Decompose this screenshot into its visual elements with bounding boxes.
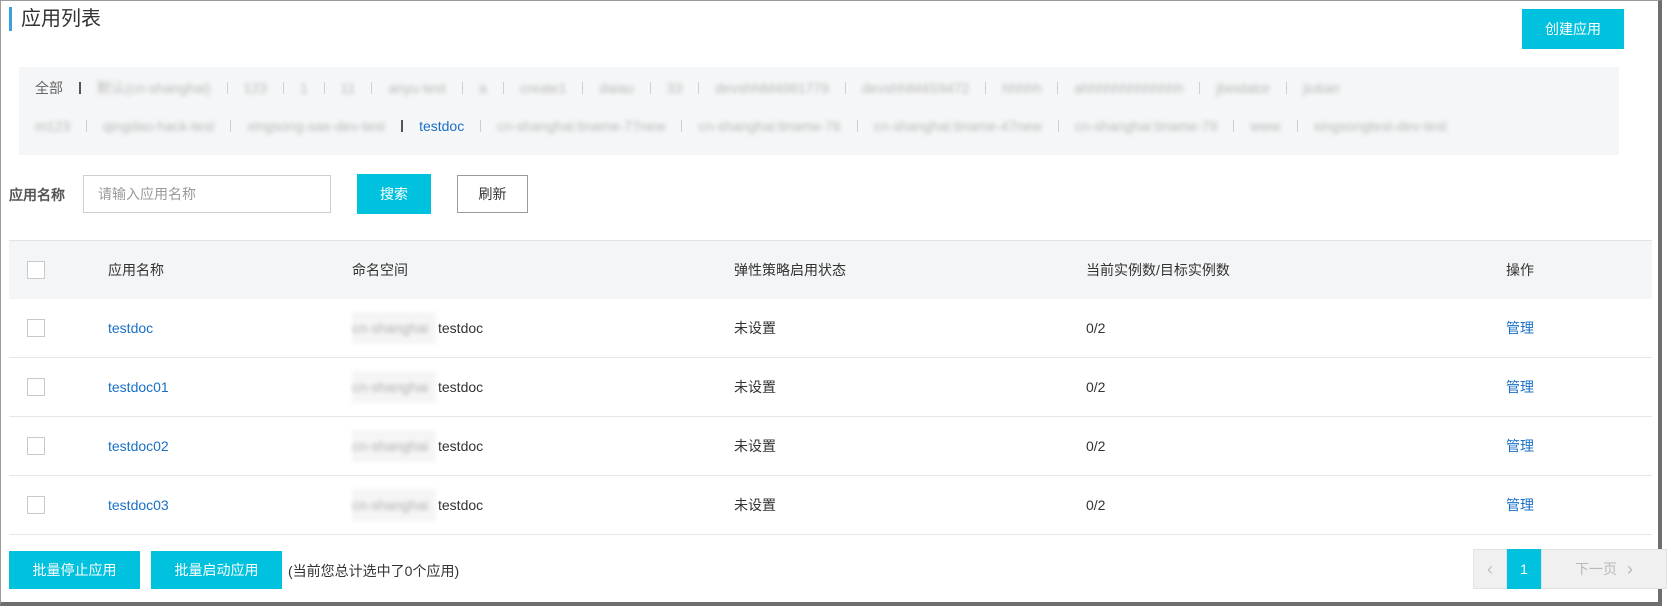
namespace-tab[interactable]: anyu-test: [372, 80, 462, 96]
manage-link[interactable]: 管理: [1506, 495, 1534, 515]
namespace-tab[interactable]: 33: [651, 80, 699, 96]
selected-count-text: (当前您总计选中了0个应用): [288, 563, 460, 579]
search-label: 应用名称: [9, 187, 65, 203]
namespace-row: m123 qingdao-hack-test xingsong-sae-dev-te…: [19, 109, 1463, 143]
policy-status: 未设置: [734, 438, 776, 454]
header-namespace: 命名空间: [352, 262, 408, 278]
policy-status: 未设置: [734, 497, 776, 513]
namespace-tab[interactable]: cn-shanghai:tiname-76: [682, 118, 856, 134]
namespace-tab[interactable]: devshNM4S9472: [846, 80, 985, 96]
row-checkbox[interactable]: [27, 437, 45, 455]
app-name-link[interactable]: testdoc03: [108, 497, 169, 513]
app-table: 应用名称 命名空间 弹性策略启用状态 当前实例数/目标实例数 操作 testdo…: [9, 240, 1652, 535]
namespace-tab[interactable]: devshNM4981779: [699, 80, 845, 96]
next-page-button[interactable]: 下一页 ›: [1541, 549, 1667, 589]
app-list-panel: 应用列表 创建应用 全部 默认(cn-shanghai) 123 1 11 anyu-te…: [0, 0, 1667, 606]
namespace-tab[interactable]: xingsongtest-dev-test: [1298, 118, 1463, 134]
chevron-left-icon: ‹: [1487, 558, 1493, 579]
batch-start-button[interactable]: 批量启动应用: [151, 551, 282, 589]
header-operations: 操作: [1506, 262, 1534, 278]
namespace-tab[interactable]: cn-shanghai:tiname-47new: [858, 118, 1058, 134]
namespace-tab[interactable]: jbeidator: [1200, 80, 1286, 96]
namespace-tab[interactable]: 123: [228, 80, 283, 96]
namespace-tab[interactable]: 默认(cn-shanghai): [81, 78, 227, 98]
row-checkbox[interactable]: [27, 496, 45, 514]
manage-link[interactable]: 管理: [1506, 377, 1534, 397]
header-instances: 当前实例数/目标实例数: [1086, 262, 1230, 278]
page-number-current[interactable]: 1: [1507, 549, 1541, 589]
table-header: 应用名称 命名空间 弹性策略启用状态 当前实例数/目标实例数 操作: [9, 240, 1652, 299]
namespace-tab[interactable]: jiutian: [1287, 80, 1356, 96]
header-policy: 弹性策略启用状态: [734, 262, 846, 278]
manage-link[interactable]: 管理: [1506, 436, 1534, 456]
namespace-tab[interactable]: ahhhhhhhhhhhhh: [1058, 80, 1199, 96]
create-app-button[interactable]: 创建应用: [1522, 9, 1624, 49]
instance-count: 0/2: [1086, 320, 1106, 336]
table-row: testdoc cn-shanghai testdoc 未设置 0/2 管理: [9, 299, 1652, 358]
header-app-name: 应用名称: [108, 262, 164, 278]
namespace-tab[interactable]: m123: [19, 118, 86, 134]
row-checkbox[interactable]: [27, 378, 45, 396]
namespace-name: testdoc: [438, 497, 484, 513]
namespace-tab[interactable]: cn-shanghai:tiname-79: [1059, 118, 1233, 134]
namespace-tab[interactable]: www: [1234, 118, 1296, 134]
table-row: testdoc03 cn-shanghai testdoc 未设置 0/2 管理: [9, 476, 1652, 535]
namespace-tab[interactable]: xingsong-sae-dev-test: [231, 118, 401, 134]
instance-count: 0/2: [1086, 379, 1106, 395]
manage-link[interactable]: 管理: [1506, 318, 1534, 338]
namespace-tab[interactable]: 11: [325, 80, 372, 96]
prev-page-button[interactable]: ‹: [1473, 549, 1507, 589]
table-row: testdoc02 cn-shanghai testdoc 未设置 0/2 管理: [9, 417, 1652, 476]
instance-count: 0/2: [1086, 438, 1106, 454]
namespace-tab[interactable]: cn-shanghai:tiname-77new: [481, 118, 681, 134]
instance-count: 0/2: [1086, 497, 1106, 513]
namespace-name: testdoc: [438, 438, 484, 454]
batch-stop-button[interactable]: 批量停止应用: [9, 551, 140, 589]
policy-status: 未设置: [734, 379, 776, 395]
namespace-tab[interactable]: 1: [284, 80, 324, 96]
namespace-row: 全部 默认(cn-shanghai) 123 1 11 anyu-test a create1…: [19, 71, 1356, 105]
namespace-name: testdoc: [438, 379, 484, 395]
namespace-region: cn-shanghai: [352, 489, 436, 521]
pagination: ‹ 1 下一页 ›: [1473, 549, 1667, 589]
policy-status: 未设置: [734, 320, 776, 336]
app-name-link[interactable]: testdoc01: [108, 379, 169, 395]
namespace-region: cn-shanghai: [352, 312, 436, 344]
namespace-tab[interactable]: 全部: [19, 78, 79, 98]
app-name-link[interactable]: testdoc02: [108, 438, 169, 454]
namespace-tab[interactable]: a: [463, 80, 503, 96]
namespace-region: cn-shanghai: [352, 371, 436, 403]
next-page-label: 下一页: [1575, 561, 1617, 577]
namespace-tab[interactable]: daiau: [583, 80, 649, 96]
namespace-name: testdoc: [438, 320, 484, 336]
namespace-filter: 全部 默认(cn-shanghai) 123 1 11 anyu-test a create1…: [19, 67, 1619, 155]
namespace-tab[interactable]: qingdao-hack-test: [87, 118, 230, 134]
search-button[interactable]: 搜索: [357, 174, 431, 214]
search-input[interactable]: [83, 175, 331, 213]
namespace-tab[interactable]: hhhhh: [986, 80, 1057, 96]
row-checkbox[interactable]: [27, 319, 45, 337]
chevron-right-icon: ›: [1627, 558, 1633, 579]
namespace-tab[interactable]: testdoc: [403, 118, 480, 134]
table-row: testdoc01 cn-shanghai testdoc 未设置 0/2 管理: [9, 358, 1652, 417]
select-all-checkbox[interactable]: [27, 261, 45, 279]
namespace-region: cn-shanghai: [352, 430, 436, 462]
namespace-tab[interactable]: create1: [504, 80, 583, 96]
app-name-link[interactable]: testdoc: [108, 320, 153, 336]
page-title: 应用列表: [9, 7, 101, 31]
refresh-button[interactable]: 刷新: [457, 175, 528, 213]
